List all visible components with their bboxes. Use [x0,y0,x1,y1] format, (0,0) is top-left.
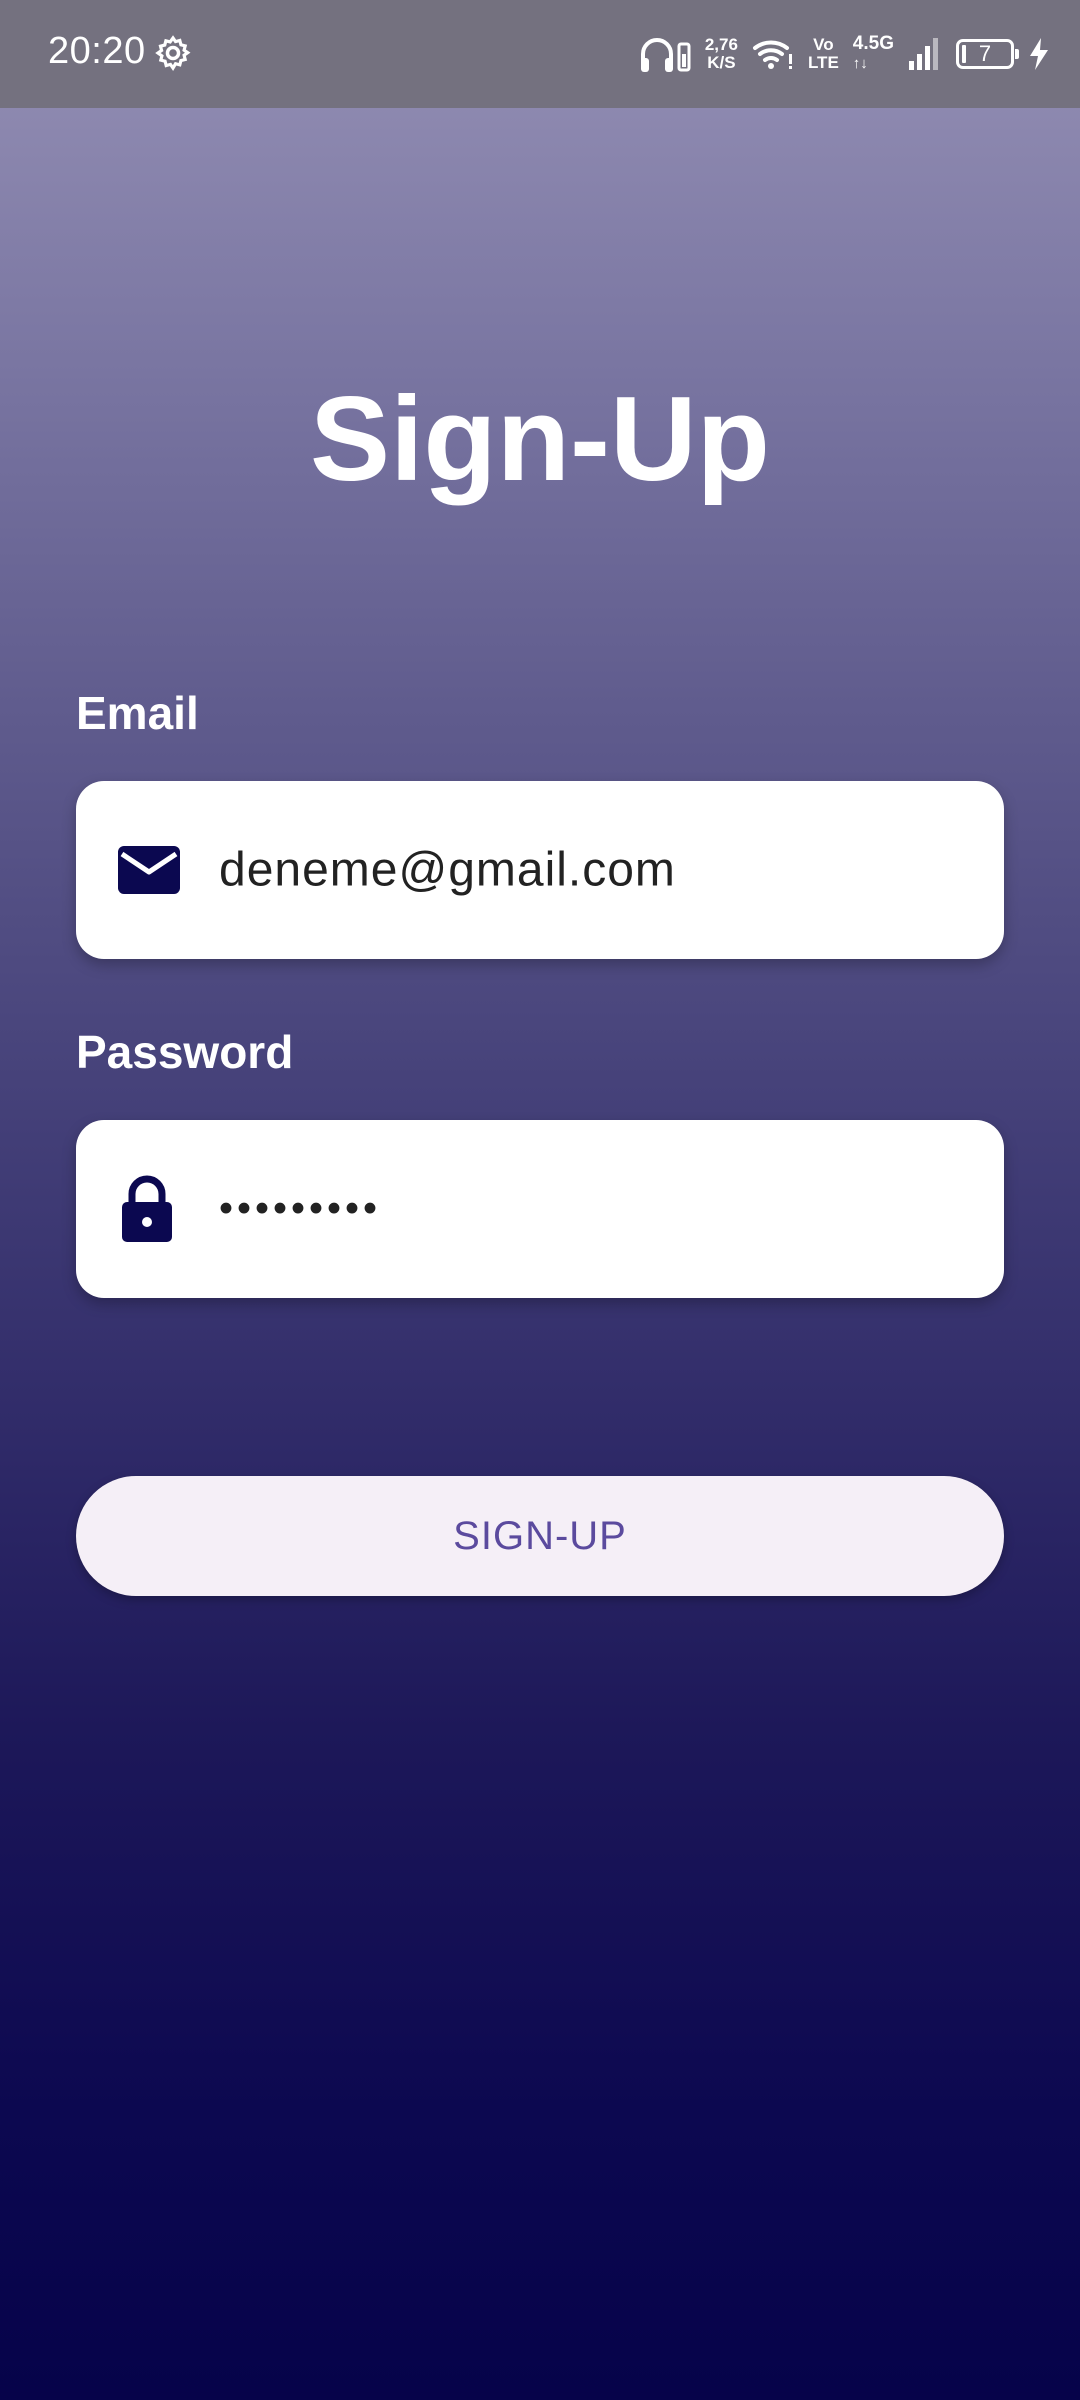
volte-bottom: LTE [807,53,839,72]
battery-fill [962,45,966,63]
email-input[interactable] [219,842,979,898]
sign-up-button[interactable]: SIGN-UP [76,1476,1004,1596]
mail-icon [118,846,180,894]
battery-indicator: 7 [956,39,1019,69]
status-bar: 20:20 2,76 K/S Vo LTE 4.5G ↑↓ 7 [0,0,1080,108]
volte-top: Vo [813,35,834,54]
password-field[interactable]: ••••••••• [76,1120,1004,1298]
network-speed-unit: K/S [707,53,736,72]
charging-bolt-icon [1030,38,1048,70]
password-label: Password [76,1026,294,1078]
battery-level: 7 [978,41,992,66]
signal-strength-icon [909,38,938,70]
lock-icon [122,1175,172,1242]
email-label: Email [76,687,199,739]
network-speed: 2,76 K/S [705,36,738,72]
email-field[interactable] [76,781,1004,959]
volte-indicator: Vo LTE [808,36,839,72]
network-type-label: 4.5G [852,33,894,54]
settings-gear-icon [155,35,191,71]
password-input[interactable]: ••••••••• [219,1187,979,1232]
network-speed-value: 2,76 [704,35,738,54]
status-time: 20:20 [48,30,146,72]
wifi-icon [752,40,792,69]
headphones-icon [640,38,691,72]
network-type: 4.5G ↑↓ [853,34,894,74]
page-title: Sign-Up [310,372,770,506]
network-arrows: ↑↓ [852,55,868,72]
status-indicators: 2,76 K/S Vo LTE 4.5G ↑↓ 7 [639,30,1050,78]
